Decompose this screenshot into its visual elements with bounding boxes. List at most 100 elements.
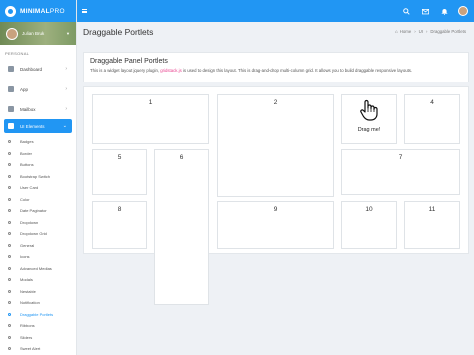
- chevron-right-icon: ›: [65, 106, 67, 112]
- sub-item-label: Badges: [20, 139, 34, 145]
- sub-item-dropdown[interactable]: Dropdown: [0, 217, 76, 229]
- portlet-11[interactable]: 11: [404, 201, 460, 249]
- brand-logo-icon: [5, 5, 16, 17]
- brand[interactable]: MINIMALPRO: [0, 0, 76, 22]
- sidebar-item-dashboard[interactable]: Dashboard ›: [0, 59, 76, 79]
- circle-icon: [8, 324, 11, 328]
- breadcrumb-ui[interactable]: UI: [419, 29, 423, 34]
- circle-icon: [8, 335, 11, 339]
- sub-item-bootstrap-switch[interactable]: Bootstrap Switch: [0, 171, 76, 183]
- circle-icon: [8, 312, 11, 316]
- portlet-1[interactable]: 1: [92, 94, 209, 144]
- circle-icon: [8, 255, 11, 259]
- sub-item-dropdown-grid[interactable]: Dropdown Grid: [0, 228, 76, 240]
- sub-item-label: Modals: [20, 277, 33, 283]
- sidebar-item-app[interactable]: App ›: [0, 79, 76, 99]
- circle-icon: [8, 186, 11, 190]
- code-reference[interactable]: gridstack.js: [160, 68, 182, 73]
- portlet-5[interactable]: 5: [92, 149, 147, 195]
- section-label: PERSONAL: [5, 51, 30, 56]
- sub-item-color[interactable]: Color: [0, 194, 76, 206]
- sub-item-label: Nestable: [20, 288, 36, 294]
- drag-label: Drag me!: [357, 127, 381, 133]
- layers-icon: [8, 123, 14, 129]
- sub-item-notification[interactable]: Notification: [0, 297, 76, 309]
- sub-item-modals[interactable]: Modals: [0, 274, 76, 286]
- circle-icon: [8, 266, 11, 270]
- sidebar-item-label: Mailbox: [20, 106, 36, 112]
- circle-icon: [8, 151, 11, 155]
- sub-item-general[interactable]: General: [0, 240, 76, 252]
- sub-item-label: Dropdown: [20, 219, 39, 225]
- sub-item-sliders[interactable]: Sliders: [0, 332, 76, 344]
- sub-item-user-card[interactable]: User Card: [0, 182, 76, 194]
- sidebar-item-label: App: [20, 86, 29, 92]
- sub-item-label: Sweet Alert: [20, 346, 41, 352]
- circle-icon: [8, 243, 11, 247]
- sidebar-item-label: UI Elements: [20, 123, 45, 129]
- sidebar: MINIMALPRO Julian Bruk ▼ PERSONAL Dashbo…: [0, 0, 77, 355]
- user-name: Julian Bruk: [22, 31, 45, 36]
- circle-icon: [8, 289, 11, 293]
- circle-icon: [8, 140, 11, 144]
- page-title: Draggable Portlets: [83, 27, 154, 37]
- sub-item-nestable[interactable]: Nestable: [0, 286, 76, 298]
- sub-item-label: Buttons: [20, 162, 34, 168]
- portlet-8[interactable]: 8: [92, 201, 147, 249]
- circle-icon: [8, 174, 11, 178]
- portlet-9[interactable]: 9: [217, 201, 334, 249]
- portlet-7[interactable]: 7: [341, 149, 460, 195]
- search-icon[interactable]: [403, 7, 410, 15]
- menu-icon[interactable]: [82, 9, 87, 13]
- sub-item-badges[interactable]: Badges: [0, 136, 76, 148]
- sidebar-item-mailbox[interactable]: Mailbox ›: [0, 99, 76, 119]
- breadcrumb-separator: ›: [414, 29, 416, 34]
- user-panel[interactable]: Julian Bruk ▼: [0, 22, 76, 45]
- mail-icon[interactable]: [421, 8, 430, 15]
- sub-item-label: Draggable Portlets: [20, 311, 54, 317]
- breadcrumb: ⌂ Home › UI › Draggable Portlets: [395, 29, 466, 34]
- chevron-right-icon: ›: [65, 86, 67, 92]
- sub-item-label: General: [20, 242, 35, 248]
- sub-item-date-paginator[interactable]: Date Paginator: [0, 205, 76, 217]
- card-title: Draggable Panel Portlets: [90, 58, 168, 65]
- sub-item-draggable-portlets[interactable]: Draggable Portlets: [0, 309, 76, 321]
- circle-icon: [8, 347, 11, 351]
- home-icon[interactable]: ⌂: [395, 29, 398, 34]
- sub-item-icons[interactable]: Icons: [0, 251, 76, 263]
- chevron-down-icon: ⌄: [62, 123, 67, 129]
- sub-item-label: Notification: [20, 300, 40, 306]
- circle-icon: [8, 220, 11, 224]
- sub-item-label: Bootstrap Switch: [20, 173, 51, 179]
- chevron-right-icon: ›: [65, 66, 67, 72]
- circle-icon: [8, 278, 11, 282]
- portlet-10[interactable]: 10: [341, 201, 397, 249]
- sub-item-sweet-alert[interactable]: Sweet Alert: [0, 343, 76, 355]
- breadcrumb-home[interactable]: Home: [400, 29, 411, 34]
- circle-icon: [8, 163, 11, 167]
- dashboard-icon: [8, 66, 14, 72]
- sub-item-advanced-medias[interactable]: Advanced Medias: [0, 263, 76, 275]
- sub-item-label: Ribbons: [20, 323, 35, 329]
- sidebar-item-ui-elements[interactable]: UI Elements ⌄: [4, 119, 72, 133]
- sub-item-label: User Card: [20, 185, 39, 191]
- breadcrumb-separator: ›: [425, 29, 428, 34]
- portlet-4[interactable]: 4: [404, 94, 460, 144]
- sub-item-label: Icons: [20, 254, 30, 260]
- sub-item-border[interactable]: Border: [0, 148, 76, 160]
- portlet-grid: 1 2 3 Drag me! 4 5 6 7 8 9 10 11: [83, 86, 469, 305]
- portlet-6[interactable]: 6: [154, 149, 209, 305]
- avatar[interactable]: [458, 6, 468, 16]
- circle-icon: [8, 232, 11, 236]
- bell-icon[interactable]: [441, 8, 448, 15]
- brand-name: MINIMALPRO: [20, 7, 65, 15]
- sub-item-ribbons[interactable]: Ribbons: [0, 320, 76, 332]
- circle-icon: [8, 197, 11, 201]
- grid-icon: [8, 86, 14, 92]
- chevron-down-icon: ▼: [66, 31, 70, 36]
- sub-item-label: Border: [20, 150, 33, 156]
- sub-item-buttons[interactable]: Buttons: [0, 159, 76, 171]
- portlet-3[interactable]: 3 Drag me!: [341, 94, 397, 144]
- topbar: [77, 0, 474, 22]
- portlet-2[interactable]: 2: [217, 94, 334, 197]
